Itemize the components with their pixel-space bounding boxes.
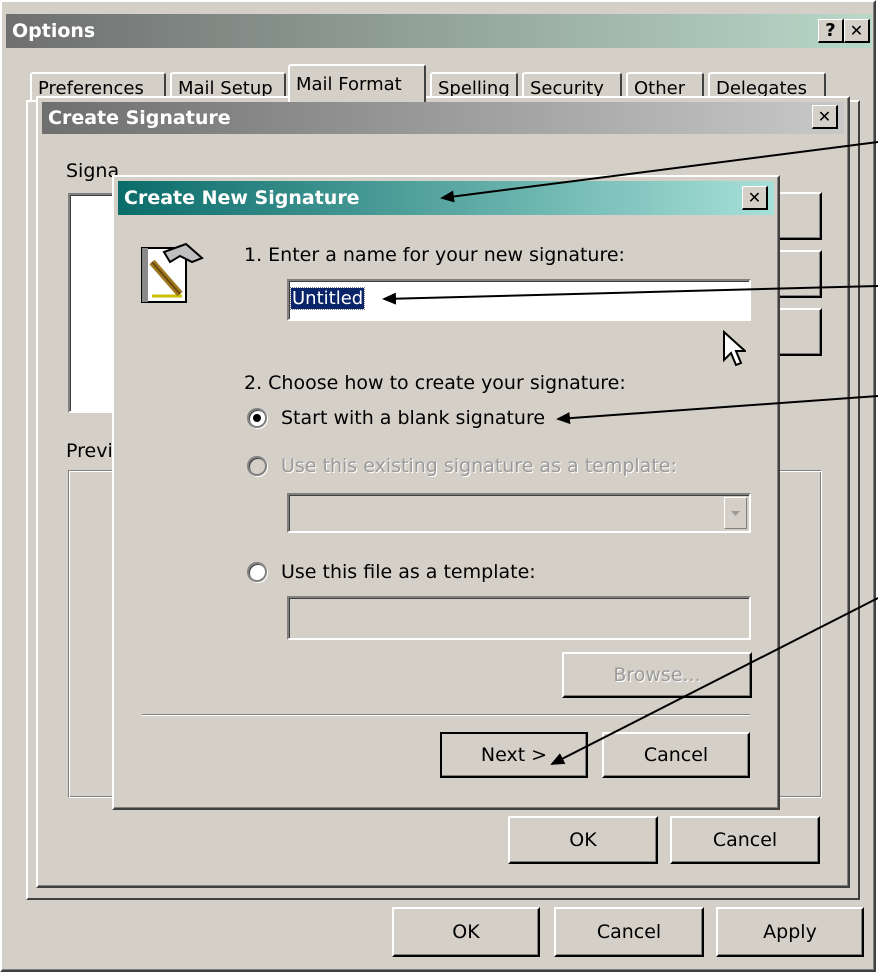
arrow-to-blank-option (556, 395, 878, 425)
arrow-to-next-button (550, 597, 878, 765)
arrow-to-title (440, 141, 878, 203)
annotation-arrows (382, 141, 878, 765)
arrow-to-name-field (382, 285, 878, 305)
tab-mail-format[interactable]: Mail Format (288, 64, 426, 102)
